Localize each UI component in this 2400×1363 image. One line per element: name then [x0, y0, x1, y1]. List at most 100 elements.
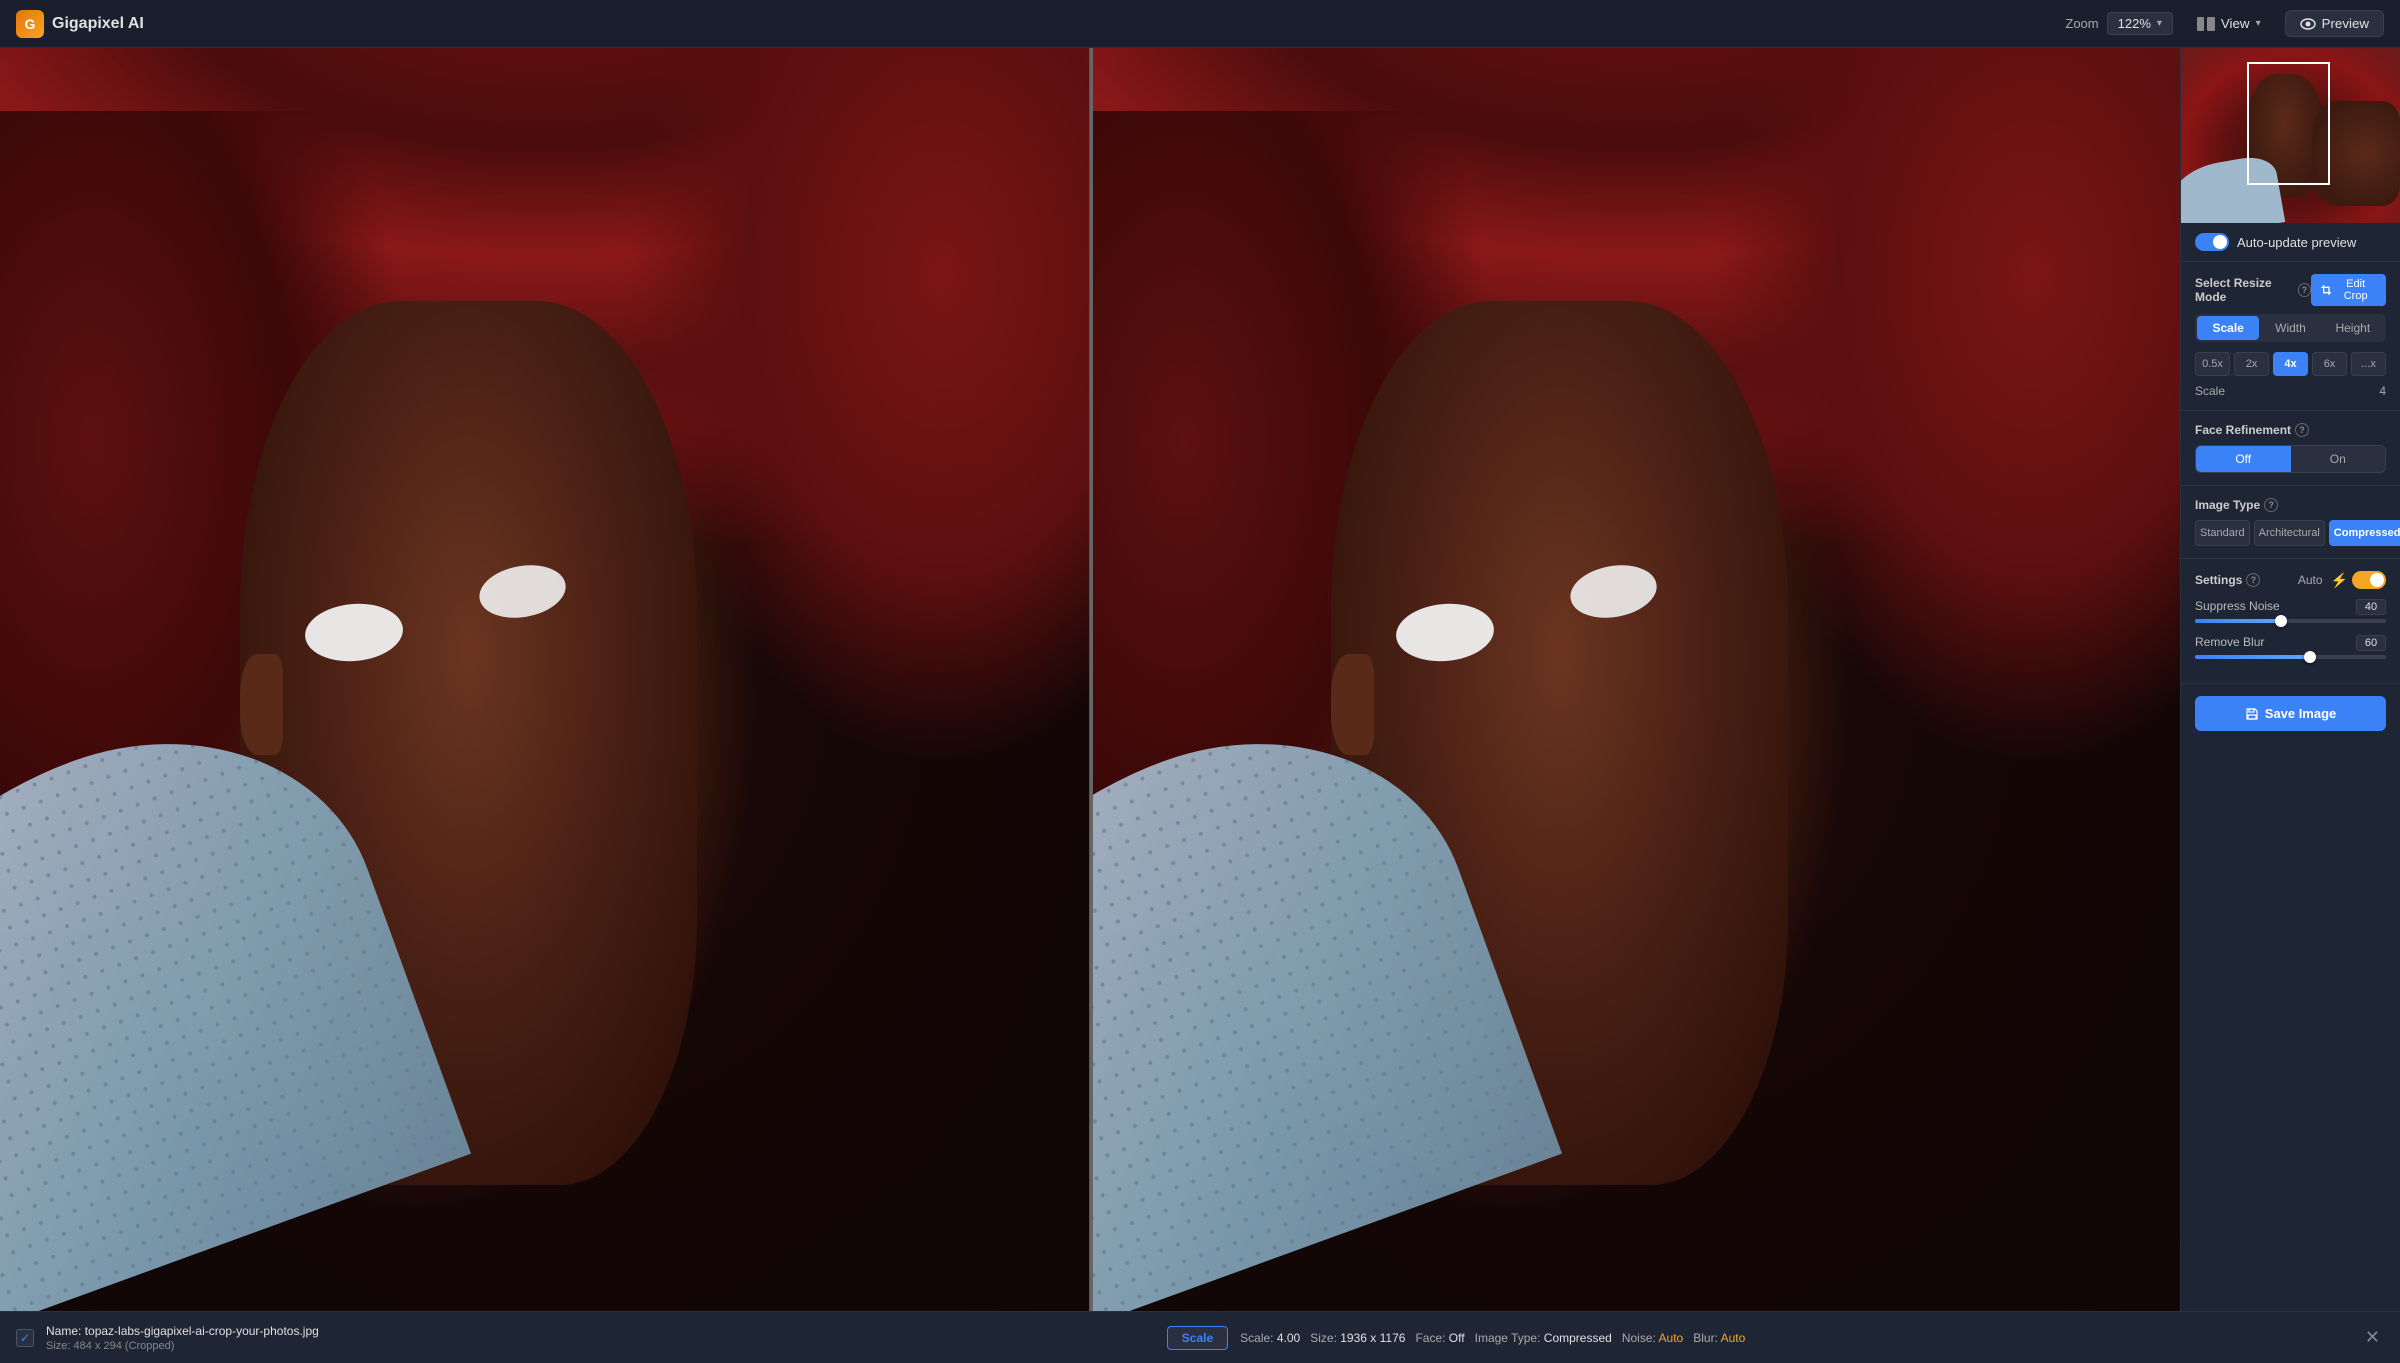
suppress-noise-label: Suppress Noise	[2195, 599, 2280, 615]
view-label: View	[2221, 16, 2250, 31]
scale-6x[interactable]: 6x	[2312, 352, 2347, 376]
scale-0-5x[interactable]: 0.5x	[2195, 352, 2230, 376]
zoom-control: Zoom 122% ▾	[2065, 12, 2173, 35]
eye-icon	[2300, 18, 2316, 30]
tab-scale[interactable]: Scale	[2197, 316, 2259, 340]
tab-width[interactable]: Width	[2259, 316, 2321, 340]
auto-update-toggle[interactable]	[2195, 233, 2229, 251]
settings-info-icon[interactable]: ?	[2246, 573, 2260, 587]
scale-2x[interactable]: 2x	[2234, 352, 2269, 376]
app-logo-icon: G	[16, 10, 44, 38]
tab-height[interactable]: Height	[2322, 316, 2384, 340]
image-panel-left[interactable]	[0, 48, 1091, 1311]
suppress-noise-value: 40	[2356, 599, 2386, 615]
settings-title: Settings ?	[2195, 573, 2260, 587]
image-type-title: Image Type ?	[2195, 498, 2278, 512]
size-value: 484 x 294 (Cropped)	[74, 1340, 175, 1352]
preview-button[interactable]: Preview	[2285, 10, 2384, 37]
original-image	[0, 48, 1089, 1311]
thumbnail-image	[2181, 48, 2400, 223]
lightning-toggle: Auto ⚡	[2298, 571, 2386, 589]
zoom-value-text: 122%	[2118, 16, 2151, 31]
image-type-standard[interactable]: Standard	[2195, 520, 2250, 546]
image-area[interactable]	[0, 48, 2180, 1311]
image-panel-right[interactable]	[1091, 48, 2180, 1311]
remove-blur-label: Remove Blur	[2195, 635, 2264, 651]
bottom-bar: ✓ Name: topaz-labs-gigapixel-ai-crop-you…	[0, 1311, 2400, 1363]
preview-label: Preview	[2322, 16, 2369, 31]
split-image-container	[0, 48, 2180, 1311]
edit-crop-button[interactable]: Edit Crop	[2311, 274, 2386, 306]
resize-mode-header: Select Resize Mode ? Edit Crop	[2195, 274, 2386, 306]
face-refinement-section: Face Refinement ? Off On	[2181, 411, 2400, 486]
remove-blur-value: 60	[2356, 635, 2386, 651]
processed-image	[1091, 48, 2180, 1311]
face-output-label: Face:	[1415, 1331, 1445, 1345]
file-checkbox[interactable]: ✓	[16, 1329, 34, 1347]
thumbnail-preview	[2181, 48, 2400, 223]
image-type-architectural[interactable]: Architectural	[2254, 520, 2325, 546]
save-icon	[2245, 707, 2259, 721]
header-controls: Zoom 122% ▾ View ▾ Preview	[2065, 10, 2384, 37]
face-output-value: Off	[1449, 1331, 1465, 1345]
logo-area: G Gigapixel AI	[16, 10, 144, 38]
size-label: Size:	[46, 1340, 70, 1352]
remove-blur-thumb[interactable]	[2304, 651, 2316, 663]
view-button[interactable]: View ▾	[2189, 12, 2269, 35]
ear-detail-r	[1331, 654, 1375, 755]
filename-label: Name:	[46, 1324, 81, 1338]
zoom-value-dropdown[interactable]: 122% ▾	[2107, 12, 2173, 35]
scale-4x[interactable]: 4x	[2273, 352, 2308, 376]
close-bottom-bar-button[interactable]: ✕	[2361, 1323, 2384, 1352]
face-refinement-header: Face Refinement ?	[2195, 423, 2386, 437]
remove-blur-label-row: Remove Blur 60	[2195, 635, 2386, 651]
resize-mode-title: Select Resize Mode ?	[2195, 276, 2311, 304]
image-type-output-value: Compressed	[1544, 1331, 1612, 1345]
image-type-output-label: Image Type:	[1475, 1331, 1541, 1345]
scale-custom[interactable]: ...x	[2351, 352, 2386, 376]
zoom-label: Zoom	[2065, 16, 2098, 31]
suppress-noise-thumb[interactable]	[2275, 615, 2287, 627]
remove-blur-fill	[2195, 655, 2310, 659]
save-image-button[interactable]: Save Image	[2195, 696, 2386, 731]
main-content: Auto-update preview Select Resize Mode ?…	[0, 48, 2400, 1311]
face-refinement-toggle: Off On	[2195, 445, 2386, 473]
filename-value: topaz-labs-gigapixel-ai-crop-your-photos…	[85, 1324, 319, 1338]
auto-badge: Auto	[2298, 573, 2323, 587]
crop-box[interactable]	[2247, 62, 2330, 185]
blur-output-label: Blur:	[1693, 1331, 1718, 1345]
scale-label: Scale	[2195, 384, 2225, 398]
output-info: Scale: 4.00 Size: 1936 x 1176 Face: Off …	[1240, 1331, 2349, 1345]
resize-mode-section: Select Resize Mode ? Edit Crop Scale Wid…	[2181, 262, 2400, 411]
resize-mode-info-icon[interactable]: ?	[2298, 283, 2311, 297]
ear-detail	[240, 654, 284, 755]
noise-output-value: Auto	[1659, 1331, 1684, 1345]
zoom-chevron-icon: ▾	[2157, 18, 2162, 29]
settings-auto-toggle[interactable]	[2352, 571, 2386, 589]
image-type-info-icon[interactable]: ?	[2264, 498, 2278, 512]
crop-icon	[2321, 284, 2332, 296]
resize-tab-group: Scale Width Height	[2195, 314, 2386, 342]
face-refinement-info-icon[interactable]: ?	[2295, 423, 2309, 437]
face-refinement-off[interactable]: Off	[2196, 446, 2291, 472]
image-type-compressed[interactable]: Compressed	[2329, 520, 2400, 546]
face-refinement-on[interactable]: On	[2291, 446, 2386, 472]
output-scale-value: 4.00	[1277, 1331, 1300, 1345]
save-image-label: Save Image	[2265, 706, 2337, 721]
noise-output-label: Noise:	[1622, 1331, 1656, 1345]
suppress-noise-track[interactable]	[2195, 619, 2386, 623]
scale-row: Scale 4	[2195, 384, 2386, 398]
face-refinement-title: Face Refinement ?	[2195, 423, 2309, 437]
app-title: Gigapixel AI	[52, 15, 144, 33]
split-divider[interactable]	[1090, 48, 1093, 1311]
scale-badge: Scale	[1167, 1326, 1228, 1350]
output-size-value: 1936 x 1176	[1340, 1331, 1405, 1345]
scale-value: 4	[2379, 384, 2386, 398]
suppress-noise-slider-row: Suppress Noise 40	[2195, 599, 2386, 623]
image-type-section: Image Type ? Standard Architectural Comp…	[2181, 486, 2400, 559]
suppress-noise-label-row: Suppress Noise 40	[2195, 599, 2386, 615]
view-chevron-icon: ▾	[2256, 18, 2261, 29]
file-size-row: Size: 484 x 294 (Cropped)	[46, 1340, 1155, 1352]
remove-blur-track[interactable]	[2195, 655, 2386, 659]
settings-section: Settings ? Auto ⚡ Suppress Noise 40	[2181, 559, 2400, 684]
